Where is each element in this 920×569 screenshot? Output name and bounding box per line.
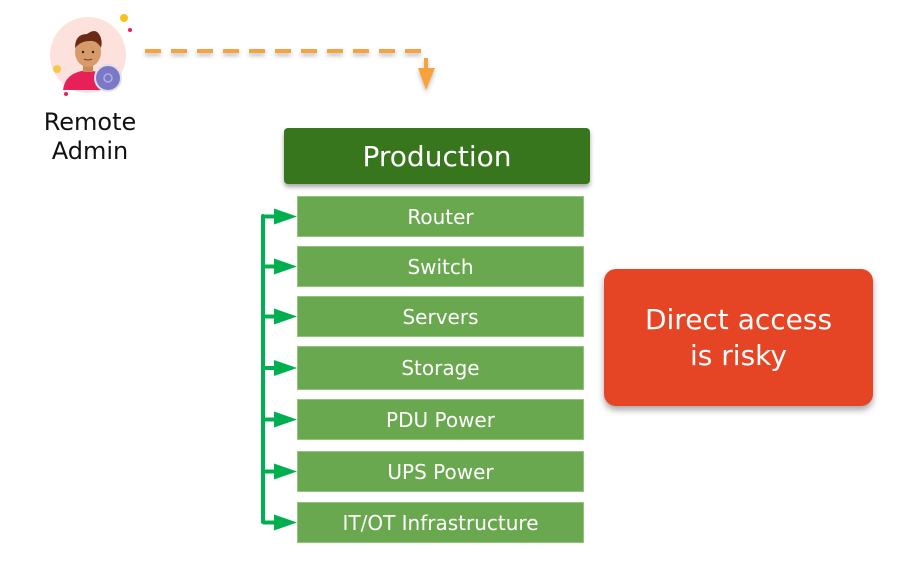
arrow-head-icon (274, 308, 297, 325)
item-switch: Switch (297, 246, 584, 287)
item-pdu-power: PDU Power (297, 399, 584, 440)
arrow-head-icon (274, 411, 297, 428)
item-router: Router (297, 196, 584, 237)
item-label: Servers (402, 304, 479, 329)
item-storage: Storage (297, 346, 584, 390)
risk-warning-box: Direct access is risky (604, 269, 873, 406)
item-label: Switch (407, 254, 474, 279)
arrow-head-icon (274, 514, 297, 531)
item-label: UPS Power (387, 459, 494, 484)
remote-admin-label-line2: Admin (51, 137, 129, 165)
item-label: IT/OT Infrastructure (342, 510, 539, 535)
remote-admin-label-line1: Remote (43, 108, 137, 136)
risk-warning-line2: is risky (690, 338, 787, 372)
item-label: Storage (401, 356, 480, 380)
production-header: Production (284, 128, 590, 184)
arrow-head-icon (274, 360, 297, 376)
item-it-ot-infrastructure: IT/OT Infrastructure (297, 502, 584, 543)
gear-badge-icon (94, 64, 122, 92)
item-label: Router (407, 204, 474, 229)
arrow-head-icon (418, 68, 435, 90)
item-servers: Servers (297, 296, 584, 337)
item-ups-power: UPS Power (297, 451, 584, 492)
arrow-head-icon (274, 258, 297, 275)
remote-admin-avatar (45, 10, 140, 105)
risk-warning-line1: Direct access (644, 302, 833, 336)
person-icon (50, 14, 132, 96)
arrow-head-icon (274, 463, 297, 480)
item-label: PDU Power (386, 407, 495, 432)
arrow-head-icon (274, 208, 297, 225)
remote-admin-label: Remote Admin (30, 108, 150, 166)
production-title: Production (362, 139, 512, 173)
